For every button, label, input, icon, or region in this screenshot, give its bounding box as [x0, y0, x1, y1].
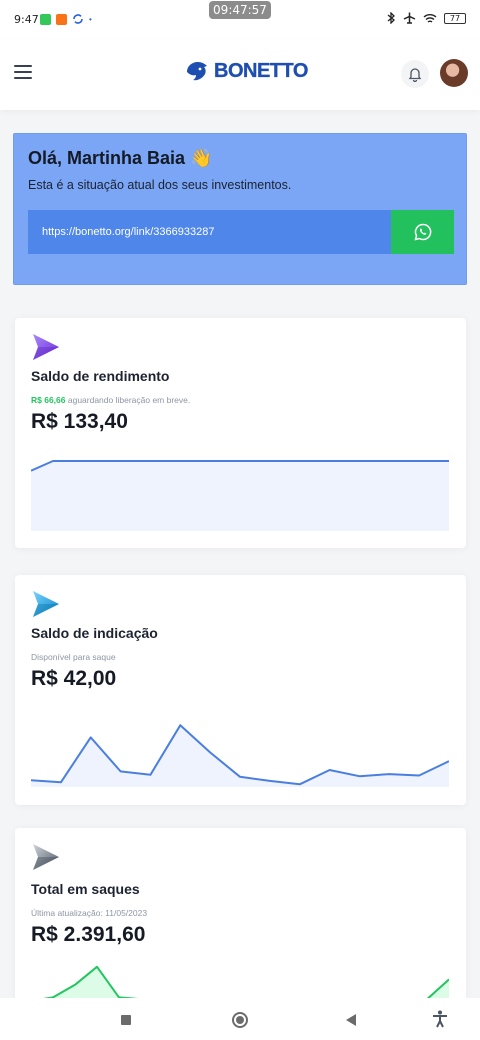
home-button[interactable]: [232, 1012, 248, 1028]
menu-icon[interactable]: [14, 65, 32, 79]
card-title: Saldo de indicação: [31, 625, 158, 641]
dot-icon: •: [89, 14, 92, 24]
card-value: R$ 133,40: [31, 410, 128, 433]
avatar[interactable]: [440, 59, 468, 87]
card-value: R$ 42,00: [31, 667, 117, 690]
sparkline-area: [31, 461, 449, 531]
send-icon-gray: [33, 844, 59, 870]
referral-sparkline: [31, 724, 449, 787]
bluetooth-icon: [387, 12, 395, 24]
pending-text: aguardando liberação em breve.: [65, 395, 191, 405]
system-nav-bar: [0, 998, 480, 1040]
yield-balance-card: Saldo de rendimento R$ 66,66 aguardando …: [15, 318, 466, 548]
sync-notification-icon: [73, 14, 83, 24]
card-note: R$ 66,66 aguardando liberação em breve.: [31, 395, 190, 405]
card-note: Disponível para saque: [31, 652, 116, 662]
system-indicators: 77: [386, 12, 466, 24]
greeting-title: Olá, Martinha Baia 👋: [28, 148, 213, 168]
card-note: Última atualização: 11/05/2023: [31, 908, 148, 918]
bull-logo-icon: [187, 62, 207, 81]
accessibility-icon[interactable]: [432, 1010, 448, 1028]
card-title: Saldo de rendimento: [31, 368, 170, 384]
notifications-button[interactable]: [401, 60, 429, 88]
whatsapp-notification-icon: [40, 13, 51, 25]
brand-name: BONETTO: [214, 59, 309, 82]
screen-recorder-clock: 09:47:57: [209, 1, 271, 19]
card-value: R$ 2.391,60: [31, 923, 146, 946]
card-title: Total em saques: [31, 881, 140, 897]
app-header: BONETTO: [0, 40, 480, 110]
status-bar: 9:47 • 09:47:57 77: [0, 0, 480, 40]
status-time: 9:47: [14, 13, 39, 26]
app-notification-icon: [56, 13, 67, 25]
referral-link-field[interactable]: https://bonetto.org/link/3366933287: [28, 210, 391, 254]
referral-balance-card: Saldo de indicação Disponível para saque…: [15, 575, 466, 805]
recents-button[interactable]: [121, 1015, 131, 1025]
yield-sparkline: [31, 460, 449, 531]
send-icon-purple: [33, 334, 59, 360]
notification-icons: •: [40, 13, 92, 25]
brand-logo[interactable]: BONETTO: [184, 58, 309, 84]
bell-icon: [408, 68, 422, 82]
withdrawals-sparkline: [31, 965, 449, 1003]
whatsapp-icon: [413, 223, 431, 241]
pending-amount: R$ 66,66: [31, 395, 66, 405]
greeting-subtitle: Esta é a situação atual dos seus investi…: [28, 178, 292, 192]
back-button[interactable]: [346, 1014, 356, 1026]
welcome-panel: Olá, Martinha Baia 👋 Esta é a situação a…: [13, 133, 467, 285]
send-icon-blue: [33, 591, 59, 617]
share-whatsapp-button[interactable]: [391, 210, 454, 254]
battery-icon: 77: [444, 12, 466, 24]
wifi-icon: [423, 13, 437, 23]
airplane-icon: [403, 12, 416, 24]
